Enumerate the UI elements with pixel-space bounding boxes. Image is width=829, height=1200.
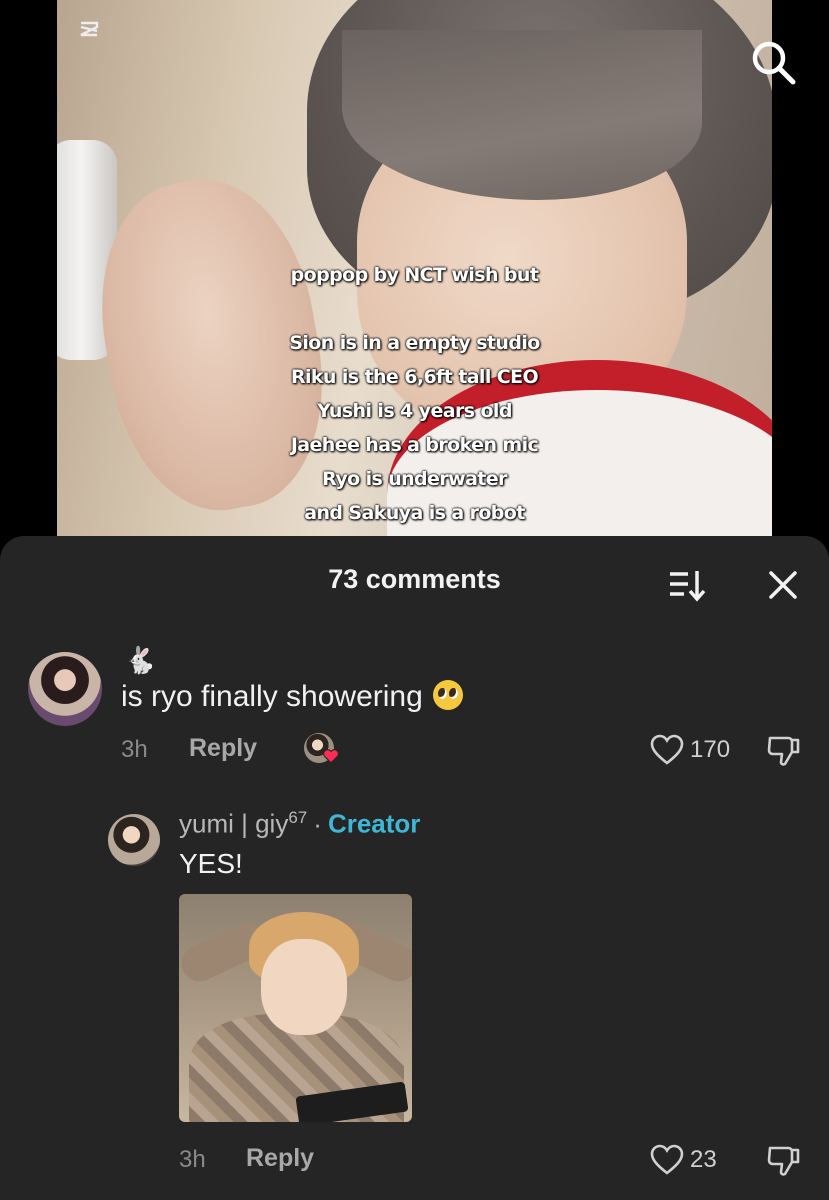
- comment-timestamp: 3h: [121, 736, 148, 763]
- avatar[interactable]: [28, 652, 102, 726]
- image-face: [261, 939, 347, 1035]
- caption-line: Riku is the 6,6ft tall CEO: [290, 366, 539, 388]
- reply-username-superscript: 67: [288, 808, 308, 827]
- comment-username[interactable]: 🐇: [124, 644, 156, 676]
- caption-line: Yushi is 4 years old: [317, 400, 512, 422]
- reply-timestamp: 3h: [179, 1146, 206, 1173]
- like-heart-icon[interactable]: [650, 1144, 684, 1181]
- reply-username[interactable]: yumi | giy: [179, 809, 288, 839]
- sort-icon[interactable]: [668, 568, 706, 602]
- search-icon[interactable]: [749, 38, 797, 86]
- reply-username-line: yumi | giy67 · Creator: [179, 808, 420, 840]
- separator-dot: ·: [313, 808, 322, 839]
- caption-line: poppop by NCT wish but: [290, 264, 539, 286]
- avatar[interactable]: [108, 814, 160, 866]
- caption-line: Sion is in a empty studio: [289, 332, 540, 354]
- video-caption: poppop by NCT wish but Sion is in a empt…: [57, 258, 772, 530]
- dislike-icon[interactable]: [766, 1144, 802, 1183]
- comment-text-content: is ryo finally showering: [121, 680, 423, 713]
- caption-line: and Sakuya is a robot: [304, 502, 525, 524]
- close-icon[interactable]: [766, 568, 800, 602]
- reply-button[interactable]: Reply: [246, 1144, 314, 1173]
- reply-button[interactable]: Reply: [189, 734, 257, 763]
- creator-badge: Creator: [327, 808, 421, 839]
- reply-text: YES!: [179, 848, 243, 879]
- comments-sheet: 73 comments 🐇 is ryo finally showering 3…: [0, 536, 829, 1200]
- caption-line: [57, 292, 772, 326]
- like-count: 23: [690, 1146, 717, 1173]
- capcut-icon: [78, 18, 100, 40]
- heart-icon: [322, 747, 340, 765]
- comment-text: is ryo finally showering: [121, 680, 463, 714]
- reply-attached-image[interactable]: [179, 894, 412, 1122]
- like-count: 170: [690, 736, 731, 763]
- liked-by-creator-badge: [304, 733, 340, 765]
- dislike-icon[interactable]: [766, 734, 802, 773]
- caption-line: Jaehee has a broken mic: [290, 434, 539, 456]
- like-heart-icon[interactable]: [650, 734, 684, 771]
- caption-line: Ryo is underwater: [322, 468, 507, 490]
- pleading-face-emoji: [432, 680, 463, 710]
